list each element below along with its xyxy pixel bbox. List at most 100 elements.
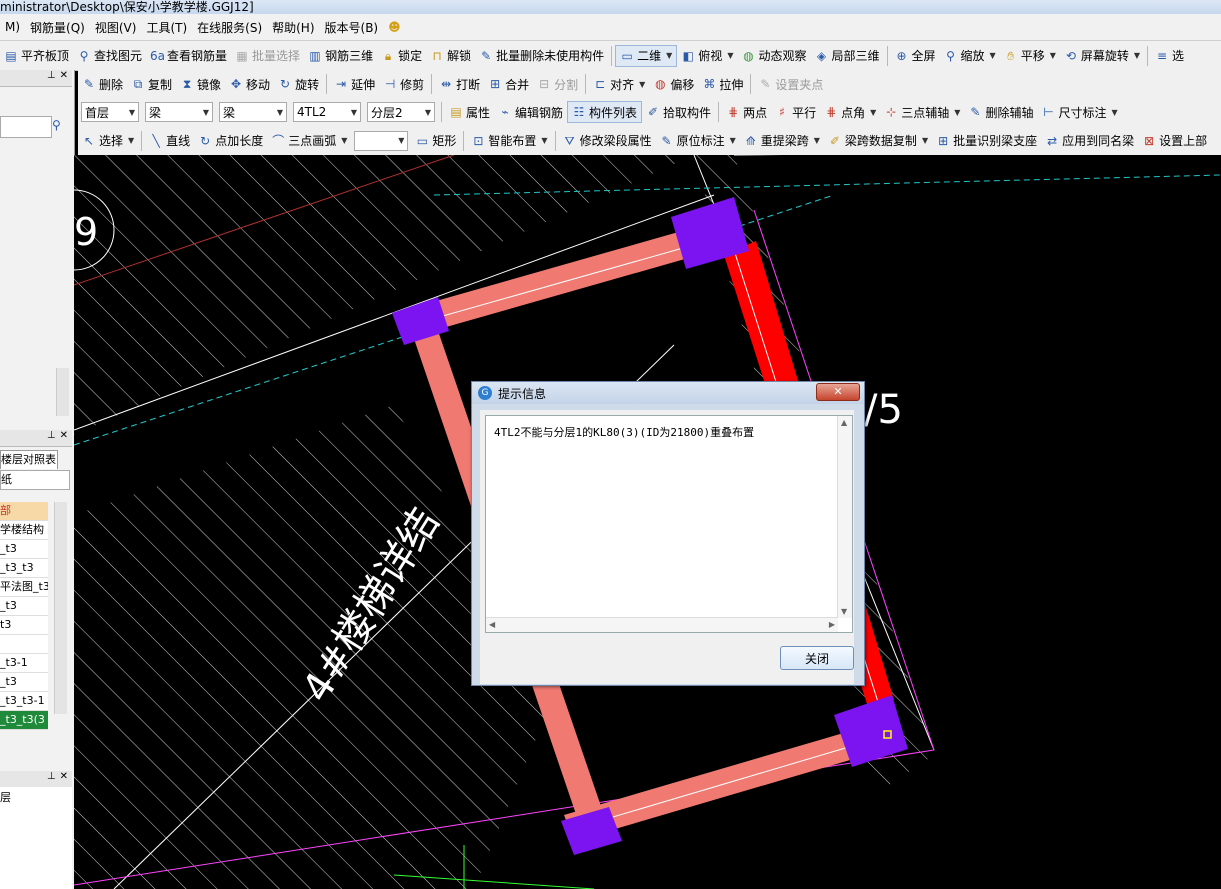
dynamic-orbit-button[interactable]: ◍ 动态观察: [737, 45, 810, 67]
parallel-button[interactable]: ♯ 平行: [771, 101, 820, 123]
offset-button[interactable]: ◍ 偏移: [649, 73, 698, 95]
dialog-titlebar[interactable]: G 提示信息 ✕: [472, 382, 864, 404]
arc-mode-select[interactable]: ▼: [354, 130, 409, 151]
point-length-button[interactable]: ↻ 点加长度: [194, 130, 267, 152]
move-button[interactable]: ✥ 移动: [225, 73, 274, 95]
menu-view[interactable]: 视图(V): [90, 19, 142, 36]
find-element-button[interactable]: ⚲ 查找图元: [73, 45, 146, 67]
floor-select[interactable]: 首层 ▼: [81, 102, 139, 122]
mascot-icon[interactable]: ☻: [383, 20, 406, 34]
type-select[interactable]: 梁 ▼: [219, 102, 287, 122]
scroll-up-icon[interactable]: ▲: [841, 418, 847, 427]
batch-delete-button[interactable]: ✎ 批量删除未使用构件: [475, 45, 608, 67]
scroll-down-icon[interactable]: ▼: [841, 607, 847, 616]
extend-button[interactable]: ⇥ 延伸: [330, 73, 379, 95]
close-icon[interactable]: ✕: [60, 430, 68, 441]
search-input[interactable]: [0, 116, 52, 138]
edit-rebar-button[interactable]: ⌁ 编辑钢筋: [494, 101, 567, 123]
zoom-button[interactable]: ⚲ 缩放 ▼: [940, 45, 1000, 67]
dialog-close-button[interactable]: ✕: [816, 383, 860, 401]
copy-button[interactable]: ⧉ 复制: [127, 73, 176, 95]
break-button[interactable]: ⇹ 打断: [435, 73, 484, 95]
sublayer-select[interactable]: 分层2 ▼: [367, 102, 435, 122]
properties-button[interactable]: ▤ 属性: [445, 101, 494, 123]
select-button[interactable]: ↖ 选择 ▼: [78, 130, 138, 152]
set-grip-button[interactable]: ✎ 设置夹点: [754, 73, 827, 95]
batch-select-button[interactable]: ▦ 批量选择: [231, 45, 304, 67]
set-top-button[interactable]: ⊠ 设置上部: [1138, 130, 1211, 152]
floor-item[interactable]: 层: [0, 787, 72, 805]
list-item[interactable]: _t3-1: [0, 654, 48, 673]
align-slab-top-button[interactable]: ▤ 平齐板顶: [0, 45, 73, 67]
pick-component-button[interactable]: ✐ 拾取构件: [642, 101, 715, 123]
rebar-3d-button[interactable]: ▥ 钢筋三维: [304, 45, 377, 67]
list-item-selected[interactable]: _t3_t3(3: [0, 711, 48, 730]
pin-icon[interactable]: ⊥: [47, 70, 56, 81]
mirror-button[interactable]: ⧗ 镜像: [176, 73, 225, 95]
rectangle-button[interactable]: ▭ 矩形: [411, 130, 460, 152]
list-item[interactable]: _t3_t3-1: [0, 692, 48, 711]
menu-online[interactable]: 在线服务(S): [192, 19, 267, 36]
batch-support-button[interactable]: ⊞ 批量识别梁支座: [932, 130, 1041, 152]
delete-axis-button[interactable]: ✎ 删除辅轴: [964, 101, 1037, 123]
rotate-button[interactable]: ↻ 旋转: [274, 73, 323, 95]
close-button[interactable]: 关闭: [780, 646, 854, 670]
list-item[interactable]: _t3: [0, 597, 48, 616]
component-list-button[interactable]: ☷ 构件列表: [567, 101, 643, 123]
list-item[interactable]: [0, 635, 48, 654]
select-more-button[interactable]: ≡ 选: [1151, 45, 1188, 67]
menu-version[interactable]: 版本号(B): [320, 19, 384, 36]
dimension-button[interactable]: ⊢ 尺寸标注 ▼: [1037, 101, 1121, 123]
two-points-button[interactable]: ⋕ 两点: [722, 101, 771, 123]
list-item[interactable]: t3: [0, 616, 48, 635]
three-point-axis-button[interactable]: ⊹ 三点辅轴 ▼: [880, 101, 964, 123]
unlock-button[interactable]: ⊓ 解锁: [426, 45, 475, 67]
menu-help[interactable]: 帮助(H): [267, 19, 319, 36]
modify-span-button[interactable]: ⛛ 修改梁段属性: [559, 130, 656, 152]
pin-icon[interactable]: ⊥: [47, 430, 56, 441]
split-button[interactable]: ⊟ 分割: [533, 73, 582, 95]
local-3d-button[interactable]: ◈ 局部三维: [810, 45, 883, 67]
smart-layout-button[interactable]: ⊡ 智能布置 ▼: [467, 130, 551, 152]
scroll-left-icon[interactable]: ◀: [489, 620, 495, 629]
view-2d-button[interactable]: ▭ 二维 ▼: [615, 44, 678, 67]
reextract-span-button[interactable]: ⟰ 重提梁跨 ▼: [740, 130, 824, 152]
fullscreen-button[interactable]: ⊕ 全屏: [891, 45, 940, 67]
three-arc-button[interactable]: ⌒ 三点画弧 ▼: [267, 130, 351, 152]
copy-span-data-button[interactable]: ✐ 梁跨数据复制 ▼: [824, 130, 932, 152]
tab-floor-table[interactable]: 楼层对照表: [0, 450, 58, 469]
list-item[interactable]: _t3: [0, 673, 48, 692]
list-item[interactable]: 学楼结构: [0, 521, 48, 540]
screen-rotate-button[interactable]: ⟲ 屏幕旋转 ▼: [1060, 45, 1144, 67]
message-horizontal-scrollbar[interactable]: ◀ ▶: [486, 617, 838, 632]
in-situ-annotation-button[interactable]: ✎ 原位标注 ▼: [656, 130, 740, 152]
component-select[interactable]: 4TL2 ▼: [293, 102, 361, 122]
apply-same-name-button[interactable]: ⇄ 应用到同名梁: [1041, 130, 1138, 152]
pin-icon[interactable]: ⊥: [47, 771, 56, 782]
list-item[interactable]: 平法图_t3: [0, 578, 48, 597]
scroll-right-icon[interactable]: ▶: [829, 620, 835, 629]
lock-button[interactable]: 🔒︎ 锁定: [377, 45, 426, 67]
list-item[interactable]: _t3_t3: [0, 559, 48, 578]
pan-button[interactable]: ✋︎ 平移 ▼: [1000, 45, 1060, 67]
list-item[interactable]: _t3: [0, 540, 48, 559]
line-button[interactable]: ╲ 直线: [145, 130, 194, 152]
menu-item[interactable]: M): [0, 20, 25, 34]
stretch-button[interactable]: ⌘ 拉伸: [698, 73, 747, 95]
list-scrollbar[interactable]: [54, 502, 67, 714]
message-textarea[interactable]: 4TL2不能与分层1的KL80(3)(ID为21800)重叠布置 ▲ ▼ ◀ ▶: [485, 415, 853, 633]
search-icon[interactable]: ⚲: [52, 118, 68, 134]
view-rebar-button[interactable]: 6a 查看钢筋量: [146, 45, 231, 67]
drawing-filter-input[interactable]: 纸: [0, 470, 70, 490]
category-select[interactable]: 梁 ▼: [145, 102, 213, 122]
menu-tools[interactable]: 工具(T): [141, 19, 192, 36]
close-icon[interactable]: ✕: [60, 70, 68, 81]
top-view-button[interactable]: ◧ 俯视 ▼: [677, 45, 737, 67]
menu-rebar-quantity[interactable]: 钢筋量(Q): [25, 19, 90, 36]
point-angle-button[interactable]: ⋕ 点角 ▼: [820, 101, 880, 123]
align-button[interactable]: ⊏ 对齐 ▼: [589, 73, 649, 95]
close-icon[interactable]: ✕: [60, 771, 68, 782]
message-vertical-scrollbar[interactable]: ▲ ▼: [837, 416, 852, 618]
scrollbar[interactable]: [56, 368, 69, 416]
trim-button[interactable]: ⊣ 修剪: [379, 73, 428, 95]
